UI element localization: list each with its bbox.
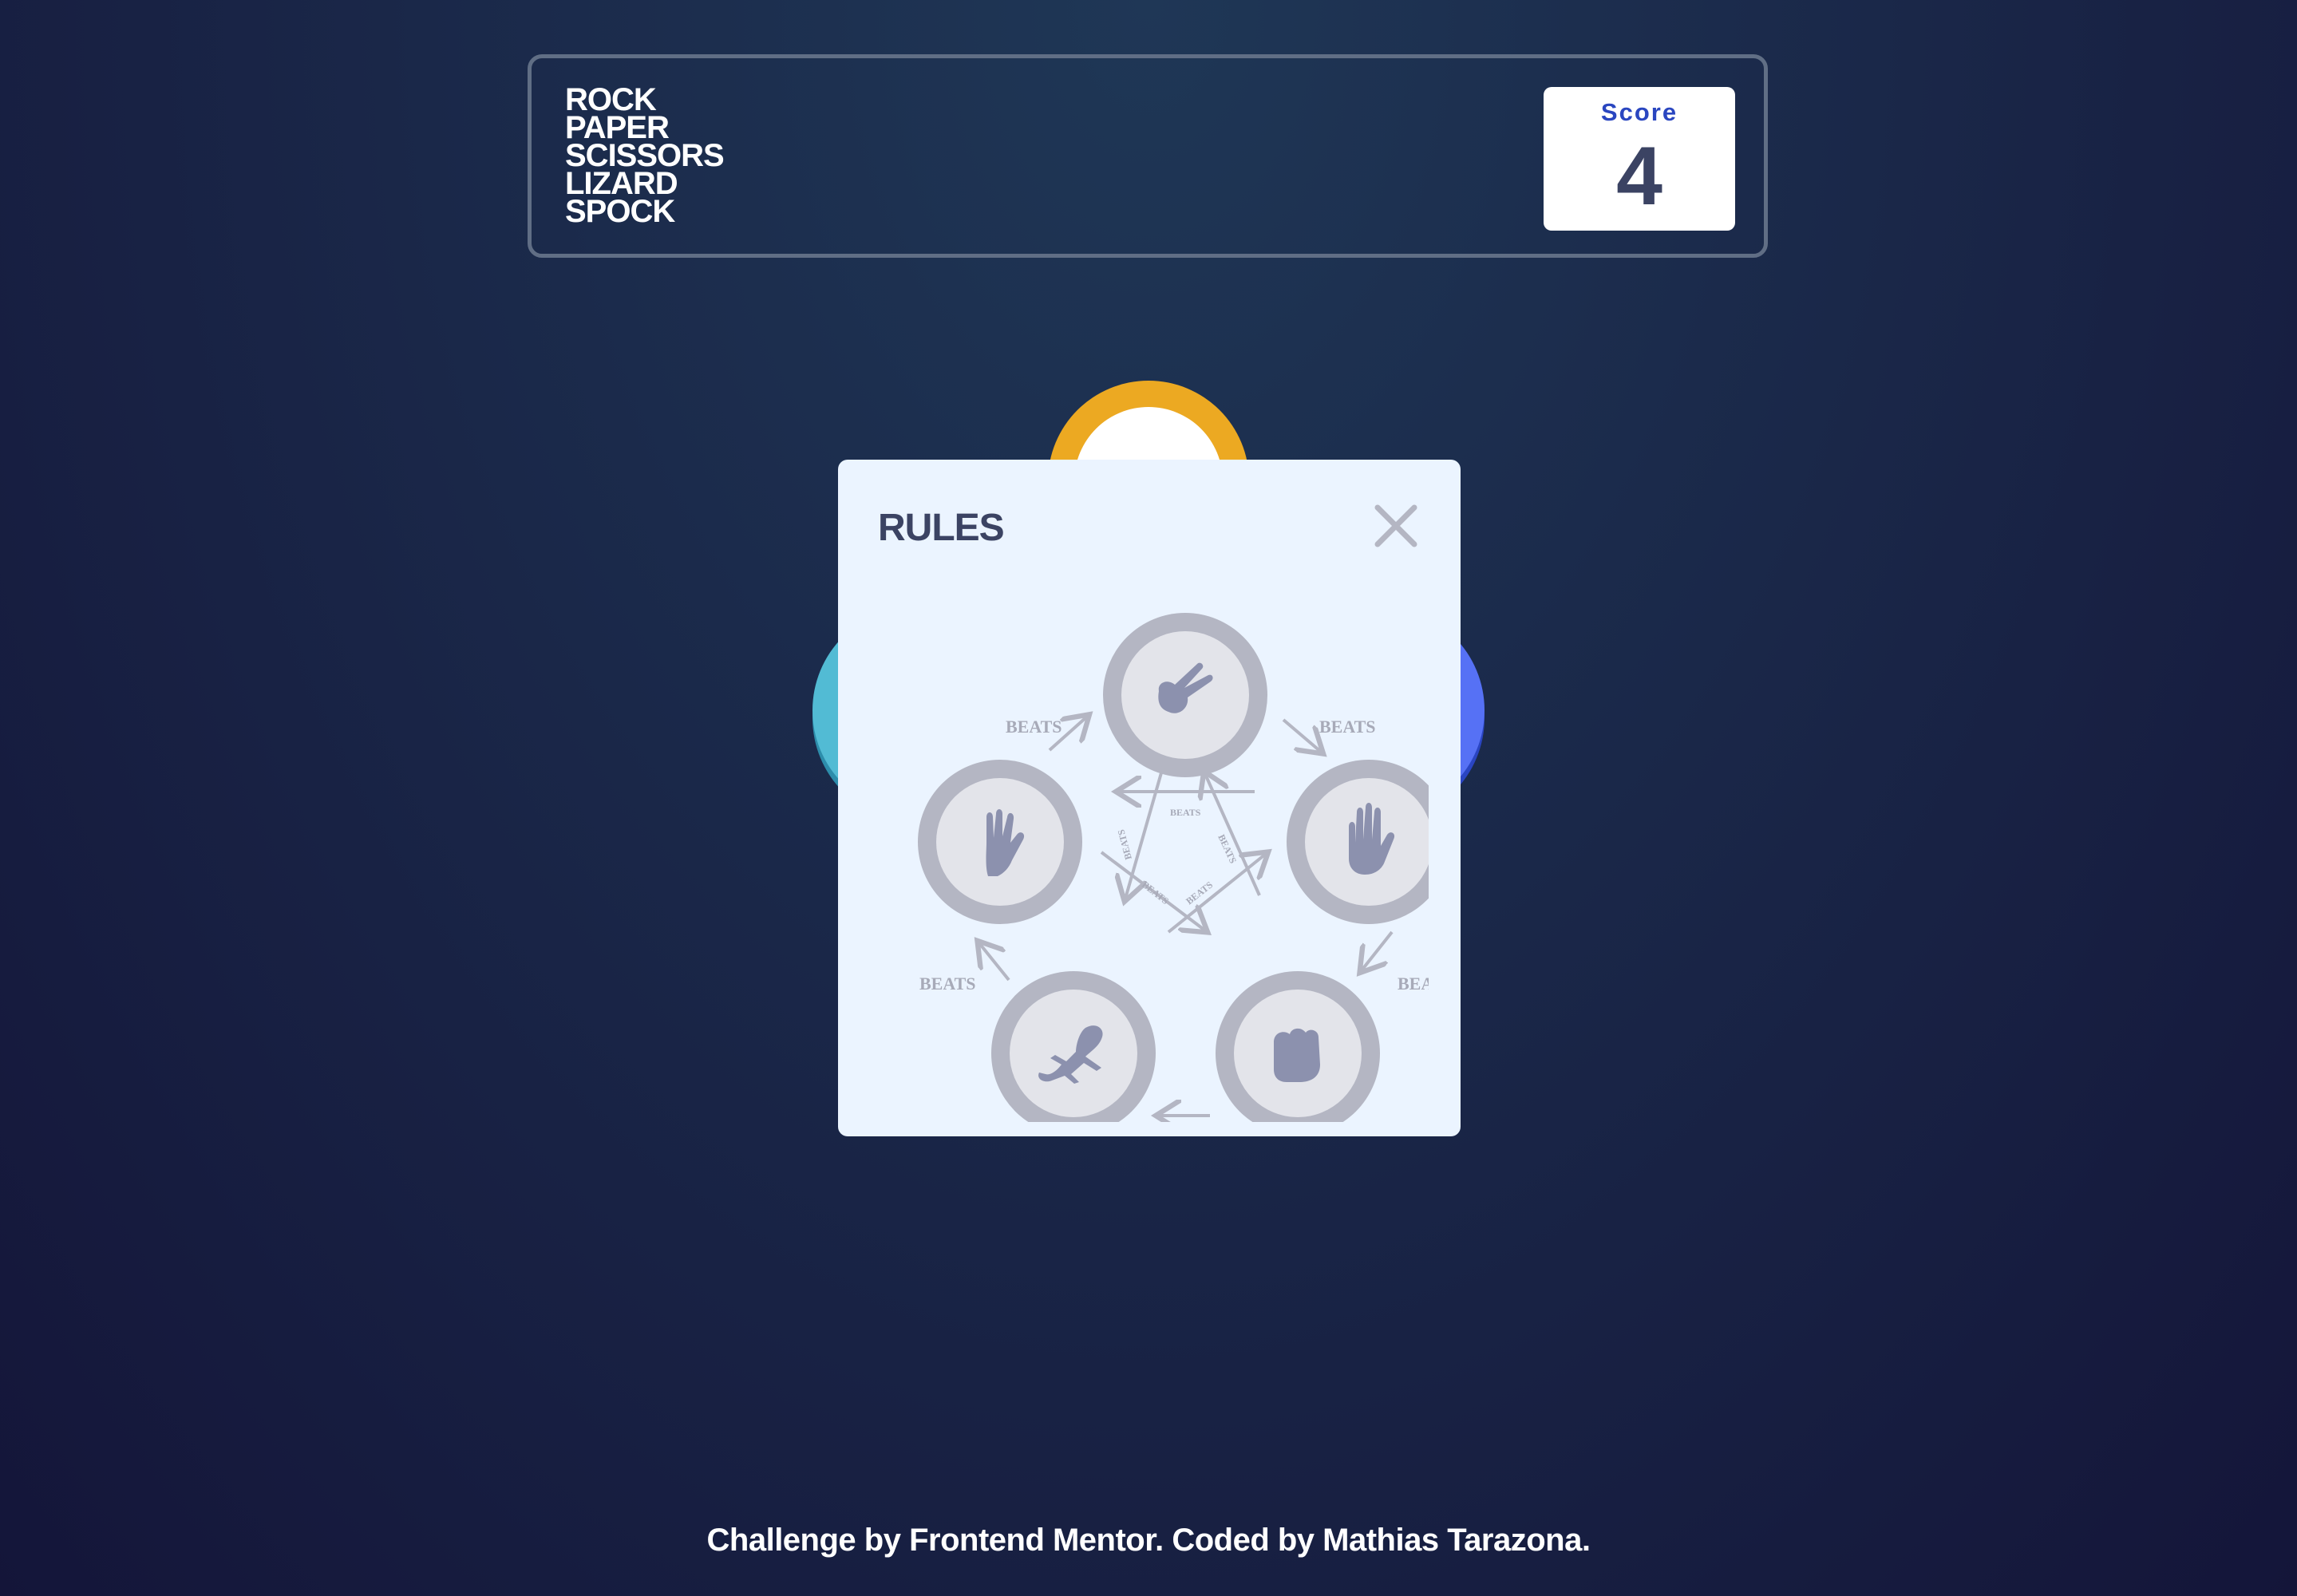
beats-label: BEATS (1319, 717, 1376, 737)
inner-beats-label: BEATS (1140, 879, 1171, 907)
node-paper (1287, 760, 1429, 924)
node-scissors (1103, 613, 1267, 777)
logo-line-spock: SPOCK (565, 194, 675, 229)
beats-label: BEATS (919, 974, 976, 994)
header: ROCK PAPER SCISSORS LIZARD SPOCK Score 4 (528, 54, 1768, 258)
game-logo: ROCK PAPER SCISSORS LIZARD SPOCK (565, 84, 725, 229)
rules-title: RULES (878, 507, 1005, 549)
inner-beats-label: BEATS (1115, 828, 1134, 861)
score-value: 4 (1616, 130, 1662, 223)
rules-modal: RULES BEATS BEATS BEA BEATS BEATS BEATS … (838, 460, 1461, 1136)
node-rock (1216, 971, 1380, 1122)
node-spock (918, 760, 1082, 924)
inner-beats-label: BEATS (1184, 879, 1215, 907)
beats-label: BEATS (1398, 974, 1429, 994)
rules-diagram: BEATS BEATS BEATS BEATS BEATS BEATS BEAT… (918, 613, 1429, 1122)
beats-label: BEATS (1006, 717, 1062, 737)
inner-beats-label: BEATS (1216, 832, 1239, 865)
rock-icon (1274, 1028, 1320, 1082)
footer-attribution: Challenge by Frontend Mentor. Coded by M… (706, 1523, 1591, 1558)
inner-beats-label: BEATS (1170, 807, 1201, 818)
node-lizard (991, 971, 1156, 1122)
close-button[interactable] (1373, 503, 1419, 549)
score-box: Score 4 (1544, 87, 1735, 231)
score-label: Score (1600, 98, 1678, 126)
close-icon (1374, 504, 1417, 547)
